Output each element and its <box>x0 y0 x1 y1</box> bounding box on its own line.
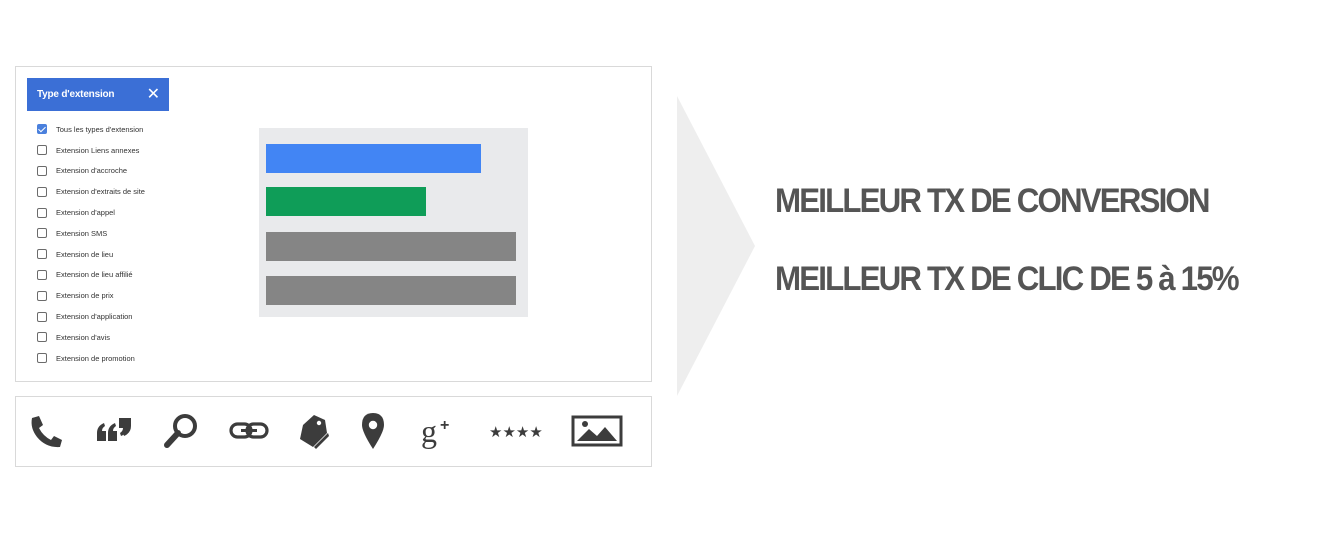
phone-icon[interactable] <box>26 411 66 451</box>
location-pin-icon[interactable] <box>353 411 393 451</box>
option-sms[interactable]: Extension SMS <box>37 223 145 244</box>
option-review[interactable]: Extension d'avis <box>37 327 145 348</box>
option-sitelinks[interactable]: Extension Liens annexes <box>37 140 145 161</box>
filter-title: Type d'extension <box>37 89 115 100</box>
checkbox[interactable] <box>37 207 47 218</box>
preview-bar-gray <box>266 232 516 261</box>
svg-text:★★★★: ★★★★ <box>489 423 543 441</box>
option-label: Extension d'accroche <box>56 166 128 176</box>
checkbox[interactable] <box>37 290 47 301</box>
filter-header: Type d'extension ✕ <box>27 78 169 111</box>
option-label: Extension d'extraits de site <box>56 187 145 197</box>
preview-bar-green <box>266 187 426 216</box>
checkbox[interactable] <box>37 249 47 260</box>
option-label: Extension de prix <box>56 291 114 301</box>
checkbox[interactable] <box>37 332 47 343</box>
checkbox[interactable] <box>37 269 47 280</box>
option-label: Extension SMS <box>56 228 108 238</box>
checkbox[interactable] <box>37 353 47 364</box>
extension-icon-strip: g + ★★★★ <box>15 396 652 467</box>
extension-panel: Type d'extension ✕ Tous les types d'exte… <box>15 66 652 382</box>
checkbox[interactable] <box>37 228 47 239</box>
option-location[interactable]: Extension de lieu <box>37 244 145 265</box>
option-callout[interactable]: Extension d'accroche <box>37 161 145 182</box>
link-icon[interactable] <box>229 411 269 451</box>
checkbox[interactable] <box>37 186 47 197</box>
checkbox[interactable] <box>37 124 47 135</box>
option-label: Extension de promotion <box>56 353 135 363</box>
image-icon[interactable] <box>571 411 623 451</box>
svg-text:g: g <box>421 413 437 449</box>
option-all-types[interactable]: Tous les types d'extension <box>37 119 145 140</box>
preview-bar-gray <box>266 276 516 305</box>
google-plus-icon[interactable]: g + <box>420 411 460 451</box>
option-structured-snippet[interactable]: Extension d'extraits de site <box>37 181 145 202</box>
close-icon[interactable]: ✕ <box>147 86 160 103</box>
option-label: Extension d'avis <box>56 332 110 342</box>
arrow-shape <box>677 96 755 396</box>
option-label: Extension de lieu <box>56 249 114 259</box>
headline-conversion: MEILLEUR TX DE CONVERSION <box>775 182 1211 220</box>
price-tag-icon[interactable] <box>294 411 334 451</box>
option-price[interactable]: Extension de prix <box>37 285 145 306</box>
checkbox[interactable] <box>37 145 47 156</box>
preview-bar-blue <box>266 144 481 173</box>
headline-click-rate: MEILLEUR TX DE CLIC DE 5 à 15% <box>775 260 1240 298</box>
star-rating-icon[interactable]: ★★★★ <box>487 411 547 451</box>
ad-preview <box>259 128 528 317</box>
option-promotion[interactable]: Extension de promotion <box>37 348 145 369</box>
option-label: Extension d'application <box>56 312 133 322</box>
option-label: Extension d'appel <box>56 208 115 218</box>
svg-text:+: + <box>440 417 449 434</box>
checkbox[interactable] <box>37 165 47 176</box>
option-label: Tous les types d'extension <box>56 124 144 134</box>
option-call[interactable]: Extension d'appel <box>37 202 145 223</box>
option-label: Extension de lieu affilié <box>56 270 133 280</box>
option-label: Extension Liens annexes <box>56 145 140 155</box>
search-icon[interactable] <box>162 411 202 451</box>
checkbox[interactable] <box>37 311 47 322</box>
extension-type-list: Tous les types d'extension Extension Lie… <box>37 119 145 369</box>
option-affiliate-location[interactable]: Extension de lieu affilié <box>37 265 145 286</box>
option-app[interactable]: Extension d'application <box>37 306 145 327</box>
quote-icon[interactable] <box>94 411 134 451</box>
